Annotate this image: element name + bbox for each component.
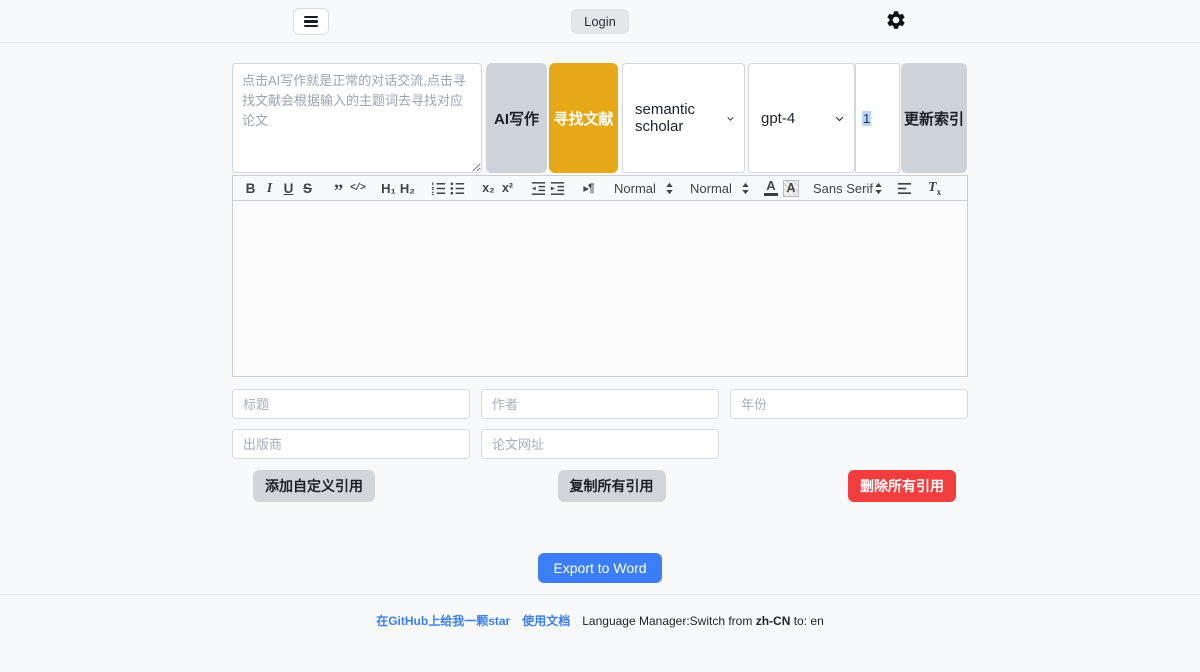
bold-button[interactable]: B — [241, 177, 260, 199]
source-select-value: semantic scholar — [635, 101, 726, 135]
underline-button[interactable]: U — [279, 177, 298, 199]
language-to-label: to: — [794, 614, 807, 628]
size-picker[interactable]: Normal — [614, 181, 674, 196]
prompt-textarea[interactable] — [232, 63, 482, 173]
model-select-value: gpt-4 — [761, 110, 795, 127]
citation-actions: 添加自定义引用 复制所有引用 删除所有引用 — [232, 470, 968, 502]
language-prefix: Language Manager:Switch from — [582, 614, 752, 628]
ordered-list-button[interactable] — [429, 177, 448, 199]
bullet-list-icon — [449, 180, 466, 197]
indent-button[interactable] — [548, 177, 567, 199]
header-1-button[interactable]: H₁ — [379, 177, 398, 199]
header-picker[interactable]: Normal — [690, 181, 750, 196]
copy-all-citations-button[interactable]: 复制所有引用 — [558, 470, 666, 502]
align-icon — [896, 181, 913, 196]
subscript-button[interactable]: x₂ — [479, 177, 498, 199]
year-input[interactable] — [730, 389, 968, 419]
menu-button[interactable] — [293, 8, 329, 35]
outdent-button[interactable] — [529, 177, 548, 199]
text-direction-button[interactable]: ▸¶ — [579, 177, 598, 199]
chevron-down-icon — [726, 113, 735, 124]
publisher-input[interactable] — [232, 429, 470, 459]
editor-toolbar: B I U S ” </> H₁ H₂ x₂ x² — [232, 175, 968, 201]
outdent-icon — [530, 180, 547, 197]
title-input[interactable] — [232, 389, 470, 419]
delete-all-citations-button[interactable]: 删除所有引用 — [848, 470, 956, 502]
strike-button[interactable]: S — [298, 177, 317, 199]
gear-icon[interactable] — [885, 9, 907, 31]
header-2-button[interactable]: H₂ — [398, 177, 417, 199]
text-color-button[interactable]: A — [764, 180, 778, 196]
chevron-down-icon — [834, 113, 845, 124]
font-picker-value: Sans Serif — [813, 181, 873, 196]
clear-formatting-button[interactable]: Tx — [928, 180, 941, 197]
github-star-link[interactable]: 在GitHub上给我一颗star — [376, 612, 510, 629]
bullet-list-button[interactable] — [448, 177, 467, 199]
language-target[interactable]: en — [810, 614, 823, 628]
main-content: AI写作 寻找文献 semantic scholar gpt-4 1 更新索引 … — [232, 63, 968, 583]
export-to-word-button[interactable]: Export to Word — [538, 553, 661, 583]
align-button[interactable] — [895, 177, 914, 199]
ai-write-button[interactable]: AI写作 — [486, 63, 547, 173]
updown-arrows-icon — [874, 182, 883, 195]
citation-form — [232, 389, 968, 459]
update-index-button[interactable]: 更新索引 — [901, 63, 967, 173]
source-select[interactable]: semantic scholar — [622, 63, 745, 173]
language-current: zh-CN — [756, 614, 791, 628]
language-switcher: Language Manager:Switch from zh-CN to: e… — [582, 614, 824, 628]
docs-link[interactable]: 使用文档 — [522, 612, 570, 629]
login-button[interactable]: Login — [571, 9, 629, 34]
header-picker-value: Normal — [690, 181, 732, 196]
ordered-list-icon — [430, 180, 447, 197]
add-custom-citation-button[interactable]: 添加自定义引用 — [253, 470, 375, 502]
highlight-color-button[interactable]: A — [783, 180, 799, 197]
index-count-value: 1 — [862, 111, 871, 126]
control-row: AI写作 寻找文献 semantic scholar gpt-4 1 更新索引 — [232, 63, 968, 173]
size-picker-value: Normal — [614, 181, 656, 196]
code-block-button[interactable]: </> — [348, 177, 367, 199]
updown-arrows-icon — [741, 182, 750, 195]
find-papers-button[interactable]: 寻找文献 — [549, 63, 618, 173]
index-count-input[interactable]: 1 — [855, 63, 900, 173]
indent-icon — [549, 180, 566, 197]
rich-text-editor[interactable] — [232, 201, 968, 377]
paper-url-input[interactable] — [481, 429, 719, 459]
export-row: Export to Word — [232, 553, 968, 583]
model-select[interactable]: gpt-4 — [748, 63, 855, 173]
italic-button[interactable]: I — [260, 177, 279, 199]
hamburger-icon — [304, 16, 318, 27]
superscript-button[interactable]: x² — [498, 177, 517, 199]
updown-arrows-icon — [665, 182, 674, 195]
blockquote-button[interactable]: ” — [329, 177, 348, 199]
author-input[interactable] — [481, 389, 719, 419]
footer: 在GitHub上给我一颗star 使用文档 Language Manager:S… — [0, 595, 1200, 646]
top-bar: Login — [0, 0, 1200, 43]
font-picker[interactable]: Sans Serif — [813, 181, 883, 196]
